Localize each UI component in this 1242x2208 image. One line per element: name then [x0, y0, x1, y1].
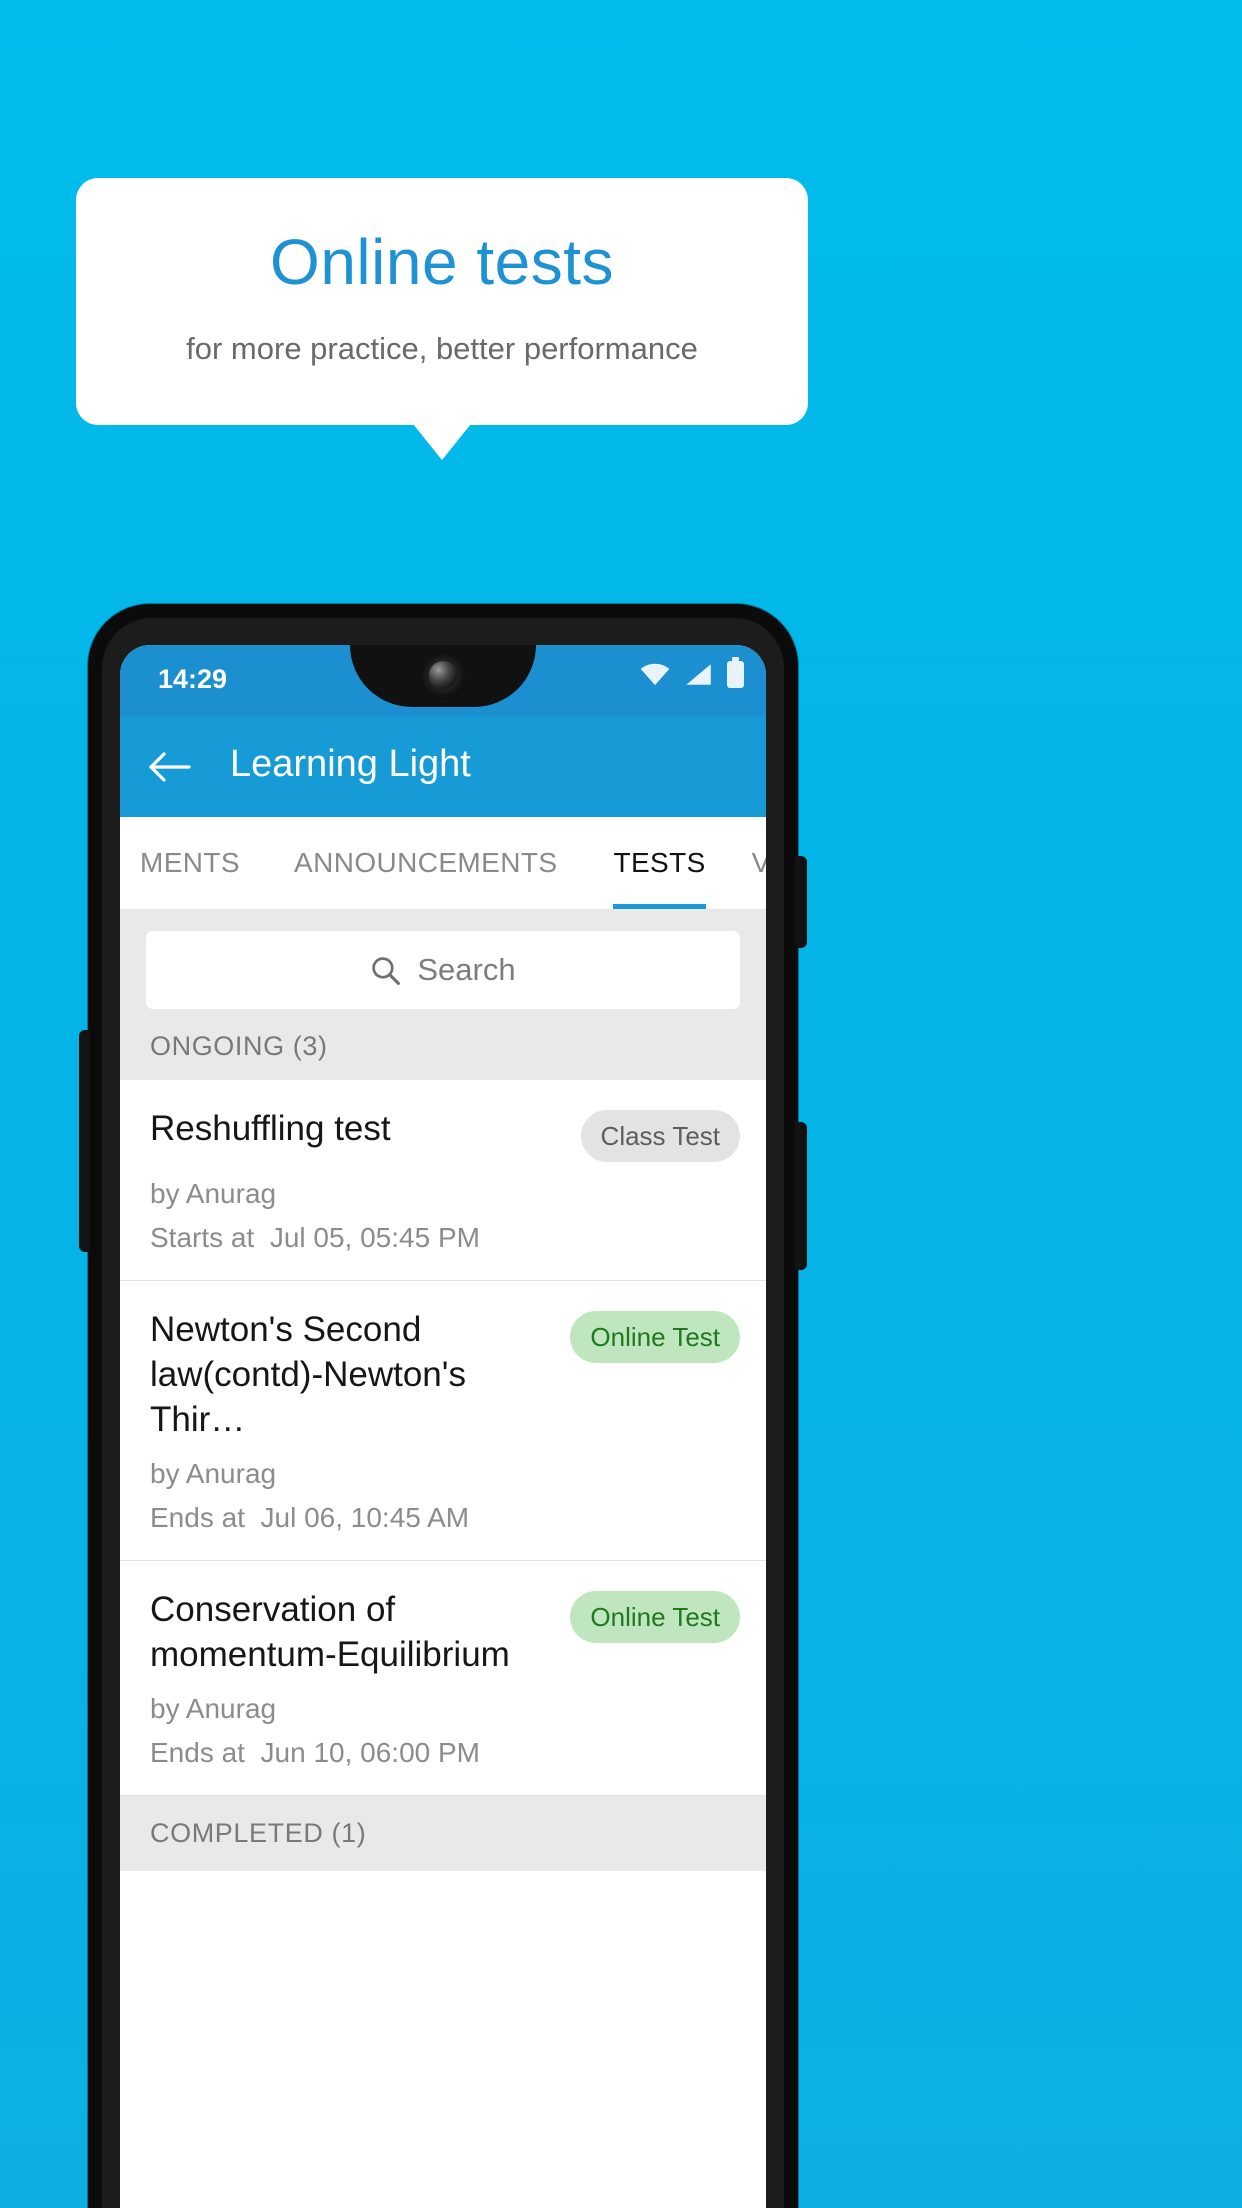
status-icon-group	[640, 657, 744, 688]
test-schedule: Ends at Jul 06, 10:45 AM	[150, 1502, 740, 1534]
search-input[interactable]: Search	[146, 931, 740, 1009]
test-author: by Anurag	[150, 1693, 277, 1724]
section-header-completed: COMPLETED (1)	[120, 1796, 766, 1871]
app-bar: Learning Light	[120, 717, 766, 817]
section-header-ongoing: ONGOING (3)	[120, 1031, 766, 1080]
promo-title: Online tests	[270, 226, 614, 298]
test-schedule-label: Ends at	[150, 1737, 245, 1768]
test-schedule: Starts at Jul 05, 05:45 PM	[150, 1222, 740, 1254]
tab-ments[interactable]: MENTS	[140, 817, 240, 909]
phone-notch	[350, 645, 536, 707]
status-bar: 14:29	[120, 645, 766, 717]
phone-screen: 14:29 Learning Light MENTS ANNOUNCEMENTS…	[120, 645, 766, 2208]
promo-card-tail	[413, 424, 471, 460]
test-list-item[interactable]: Conservation of momentum-Equilibrium Onl…	[120, 1561, 766, 1796]
promo-screenshot: Online tests for more practice, better p…	[0, 0, 1242, 2208]
tab-announcements[interactable]: ANNOUNCEMENTS	[294, 817, 557, 909]
list-item-top-row: Newton's Second law(contd)-Newton's Thir…	[150, 1307, 740, 1442]
tab-bar: MENTS ANNOUNCEMENTS TESTS VIDEOS	[120, 817, 766, 909]
test-author: by Anurag	[150, 1178, 277, 1209]
phone-volume-button	[795, 1122, 807, 1270]
wifi-icon	[640, 663, 670, 686]
test-schedule-label: Starts at	[150, 1222, 255, 1253]
tab-videos[interactable]: VIDEOS	[752, 817, 766, 909]
test-title: Reshuffling test	[150, 1109, 391, 1148]
tab-tests-label: TESTS	[613, 847, 706, 878]
test-title: Newton's Second law(contd)-Newton's Thir…	[150, 1310, 466, 1439]
phone-power-button	[795, 856, 807, 948]
test-schedule-label: Ends at	[150, 1502, 245, 1533]
test-author: by Anurag	[150, 1458, 277, 1489]
signal-icon	[686, 664, 711, 685]
status-badge: Online Test	[570, 1311, 740, 1363]
test-schedule-value: Jul 06, 10:45 AM	[260, 1502, 470, 1533]
search-icon	[372, 956, 401, 985]
test-list-item[interactable]: Newton's Second law(contd)-Newton's Thir…	[120, 1281, 766, 1561]
test-list-item[interactable]: Reshuffling test Class Test by Anurag St…	[120, 1080, 766, 1281]
battery-icon	[727, 657, 744, 688]
test-title: Conservation of momentum-Equilibrium	[150, 1590, 510, 1674]
tab-tests[interactable]: TESTS	[613, 817, 706, 909]
search-area: Search	[120, 909, 766, 1031]
promo-subtitle: for more practice, better performance	[186, 331, 698, 366]
status-time: 14:29	[158, 664, 228, 694]
front-camera-icon	[429, 661, 457, 689]
status-badge: Online Test	[570, 1591, 740, 1643]
test-schedule: Ends at Jun 10, 06:00 PM	[150, 1737, 740, 1769]
back-arrow-icon[interactable]	[148, 747, 192, 787]
test-schedule-value: Jun 10, 06:00 PM	[260, 1737, 480, 1768]
test-schedule-value: Jul 05, 05:45 PM	[269, 1222, 480, 1253]
phone-side-button-left	[79, 1030, 90, 1252]
search-placeholder: Search	[417, 952, 516, 987]
tab-active-indicator	[613, 904, 706, 909]
app-bar-title: Learning Light	[230, 743, 471, 785]
promo-card: Online tests for more practice, better p…	[76, 178, 808, 425]
list-item-top-row: Reshuffling test Class Test	[150, 1106, 740, 1162]
list-item-top-row: Conservation of momentum-Equilibrium Onl…	[150, 1587, 740, 1677]
status-badge: Class Test	[580, 1110, 740, 1162]
